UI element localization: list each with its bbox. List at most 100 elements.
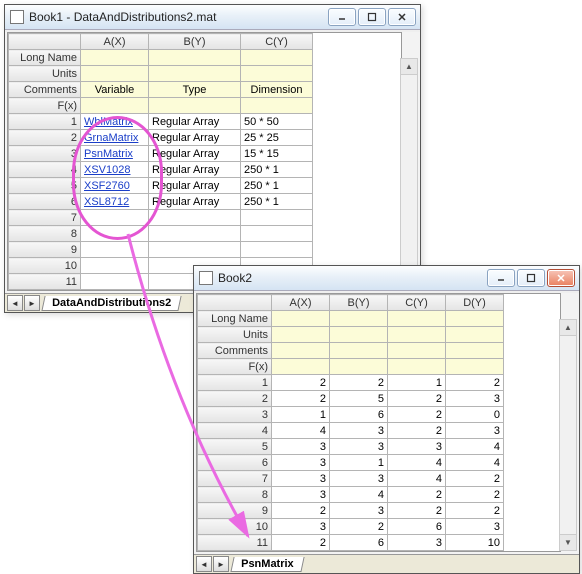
data-cell[interactable]: 10 [446, 535, 504, 551]
row-label-longname[interactable]: Long Name [9, 50, 81, 66]
cell-dimension[interactable]: 50 * 50 [241, 114, 313, 130]
worksheet-grid-2[interactable]: A(X) B(Y) C(Y) D(Y) Long Name Units Comm… [197, 294, 504, 551]
data-cell[interactable]: 3 [272, 439, 330, 455]
data-cell[interactable]: 4 [330, 487, 388, 503]
data-cell[interactable]: 3 [330, 471, 388, 487]
close-button[interactable] [547, 269, 575, 287]
row-number[interactable]: 11 [9, 274, 81, 290]
sheet-tab-active-1[interactable]: DataAndDistributions2 [41, 296, 181, 311]
data-cell[interactable]: 2 [272, 503, 330, 519]
row-label-comments[interactable]: Comments [9, 82, 81, 98]
row-number[interactable]: 11 [198, 535, 272, 551]
cell-type[interactable] [149, 226, 241, 242]
cell-variable[interactable]: XSF2760 [81, 178, 149, 194]
cell-variable[interactable]: WblMatrix [81, 114, 149, 130]
sheet-tab-active-2[interactable]: PsnMatrix [230, 557, 304, 572]
comment-C[interactable]: Dimension [241, 82, 313, 98]
matrix-link[interactable]: XSV1028 [84, 164, 130, 176]
data-cell[interactable]: 3 [272, 455, 330, 471]
cell-type[interactable]: Regular Array [149, 114, 241, 130]
data-cell[interactable]: 3 [330, 423, 388, 439]
col-header-D[interactable]: D(Y) [446, 295, 504, 311]
data-cell[interactable]: 2 [388, 487, 446, 503]
cell-variable[interactable]: XSV1028 [81, 162, 149, 178]
data-cell[interactable]: 2 [388, 407, 446, 423]
data-cell[interactable]: 3 [272, 519, 330, 535]
cell-variable[interactable] [81, 274, 149, 290]
row-number[interactable]: 9 [198, 503, 272, 519]
row-number[interactable]: 1 [9, 114, 81, 130]
corner-cell[interactable] [9, 34, 81, 50]
data-cell[interactable]: 3 [272, 471, 330, 487]
data-cell[interactable]: 4 [388, 471, 446, 487]
data-cell[interactable]: 2 [272, 391, 330, 407]
col-header-B[interactable]: B(Y) [149, 34, 241, 50]
col-header-C[interactable]: C(Y) [388, 295, 446, 311]
data-cell[interactable]: 2 [388, 423, 446, 439]
matrix-link[interactable]: XSF2760 [84, 180, 130, 192]
cell-type[interactable]: Regular Array [149, 178, 241, 194]
row-number[interactable]: 4 [198, 423, 272, 439]
cell-type[interactable]: Regular Array [149, 130, 241, 146]
data-cell[interactable]: 2 [446, 471, 504, 487]
cell-type[interactable] [149, 210, 241, 226]
col-header-B[interactable]: B(Y) [330, 295, 388, 311]
scroll-down-icon[interactable]: ▼ [560, 534, 576, 550]
data-cell[interactable]: 3 [446, 519, 504, 535]
row-number[interactable]: 1 [198, 375, 272, 391]
maximize-button[interactable] [517, 269, 545, 287]
data-cell[interactable]: 4 [446, 439, 504, 455]
cell-type[interactable]: Regular Array [149, 162, 241, 178]
vertical-scrollbar[interactable]: ▲ ▼ [400, 58, 418, 290]
tab-nav-next[interactable]: ► [213, 556, 229, 572]
data-cell[interactable]: 3 [446, 423, 504, 439]
scroll-up-icon[interactable]: ▲ [401, 59, 417, 75]
cell-variable[interactable]: PsnMatrix [81, 146, 149, 162]
data-cell[interactable]: 0 [446, 407, 504, 423]
cell-variable[interactable] [81, 258, 149, 274]
col-header-A[interactable]: A(X) [81, 34, 149, 50]
data-cell[interactable]: 1 [330, 455, 388, 471]
data-cell[interactable]: 6 [388, 519, 446, 535]
data-cell[interactable]: 2 [272, 375, 330, 391]
row-number[interactable]: 8 [9, 226, 81, 242]
data-cell[interactable]: 2 [330, 519, 388, 535]
data-cell[interactable]: 3 [272, 487, 330, 503]
tab-nav-next[interactable]: ► [24, 295, 40, 311]
cell-dimension[interactable] [241, 242, 313, 258]
minimize-button[interactable] [487, 269, 515, 287]
col-header-C[interactable]: C(Y) [241, 34, 313, 50]
row-number[interactable]: 6 [198, 455, 272, 471]
row-label-units[interactable]: Units [9, 66, 81, 82]
matrix-link[interactable]: PsnMatrix [84, 148, 133, 160]
cell-dimension[interactable]: 25 * 25 [241, 130, 313, 146]
row-number[interactable]: 3 [9, 146, 81, 162]
cell-dimension[interactable]: 250 * 1 [241, 178, 313, 194]
cell-dimension[interactable]: 15 * 15 [241, 146, 313, 162]
data-cell[interactable]: 2 [446, 503, 504, 519]
row-label-units[interactable]: Units [198, 327, 272, 343]
cell-type[interactable]: Regular Array [149, 146, 241, 162]
data-cell[interactable]: 3 [330, 439, 388, 455]
data-cell[interactable]: 1 [272, 407, 330, 423]
titlebar-1[interactable]: Book1 - DataAndDistributions2.mat [5, 5, 420, 30]
data-cell[interactable]: 2 [330, 375, 388, 391]
data-cell[interactable]: 2 [388, 391, 446, 407]
data-cell[interactable]: 2 [388, 503, 446, 519]
data-cell[interactable]: 6 [330, 535, 388, 551]
data-cell[interactable]: 5 [330, 391, 388, 407]
row-number[interactable]: 7 [198, 471, 272, 487]
worksheet-grid-1[interactable]: A(X) B(Y) C(Y) Long Name Units Comments … [8, 33, 313, 290]
comment-B[interactable]: Type [149, 82, 241, 98]
row-number[interactable]: 9 [9, 242, 81, 258]
maximize-button[interactable] [358, 8, 386, 26]
data-cell[interactable]: 6 [330, 407, 388, 423]
matrix-link[interactable]: GrnaMatrix [84, 132, 138, 144]
vertical-scrollbar[interactable]: ▲ ▼ [559, 319, 577, 551]
row-number[interactable]: 7 [9, 210, 81, 226]
row-number[interactable]: 10 [9, 258, 81, 274]
cell-dimension[interactable]: 250 * 1 [241, 162, 313, 178]
data-cell[interactable]: 1 [388, 375, 446, 391]
row-number[interactable]: 5 [198, 439, 272, 455]
tab-nav-prev[interactable]: ◄ [7, 295, 23, 311]
